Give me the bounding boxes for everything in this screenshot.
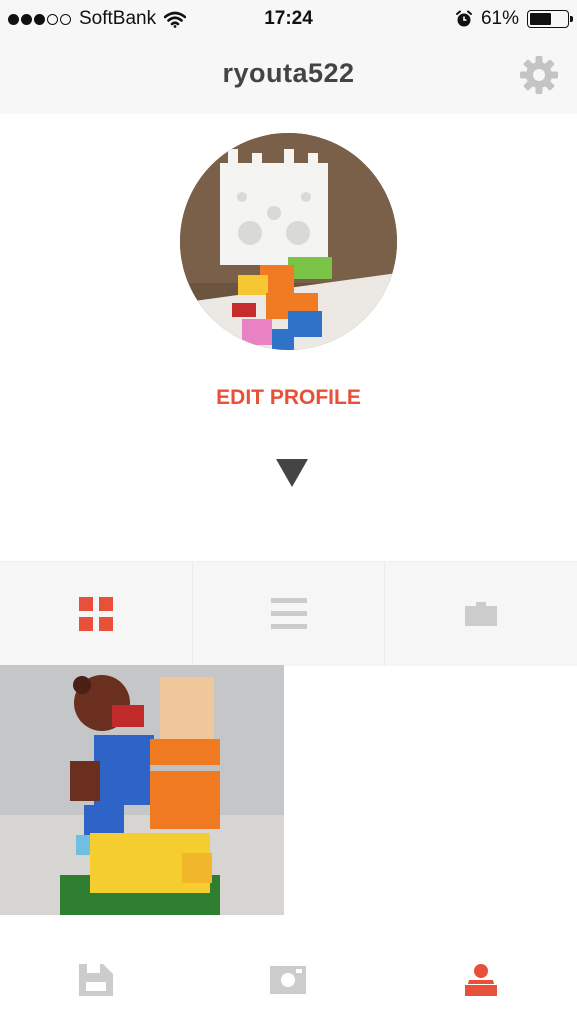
nav-camera[interactable] <box>192 935 384 1024</box>
top-header: ryouta522 <box>0 38 577 114</box>
battery-icon <box>527 10 573 28</box>
status-bar: SoftBank 17:24 61% <box>0 0 577 38</box>
tab-list[interactable] <box>191 562 385 666</box>
save-icon <box>79 963 114 996</box>
view-tabs <box>0 561 577 666</box>
list-icon <box>270 598 307 629</box>
profile-icon <box>464 963 497 996</box>
status-right: 61% <box>455 8 573 30</box>
briefcase-icon <box>465 602 498 626</box>
tab-briefcase[interactable] <box>384 562 577 666</box>
tab-grid[interactable] <box>0 562 192 666</box>
nav-profile[interactable] <box>385 935 577 1024</box>
edit-profile-button[interactable]: EDIT PROFILE <box>0 386 577 410</box>
profile-username: ryouta522 <box>222 58 355 88</box>
bottom-nav <box>0 935 577 1024</box>
gear-icon[interactable] <box>519 55 559 95</box>
photo-thumbnail[interactable] <box>0 665 284 915</box>
camera-icon <box>270 965 307 994</box>
profile-avatar[interactable] <box>180 133 397 350</box>
alarm-icon <box>455 10 472 27</box>
triangle-down-icon[interactable] <box>275 458 309 488</box>
battery-percent: 61% <box>480 8 519 29</box>
nav-save[interactable] <box>0 935 192 1024</box>
grid-icon <box>78 597 113 631</box>
